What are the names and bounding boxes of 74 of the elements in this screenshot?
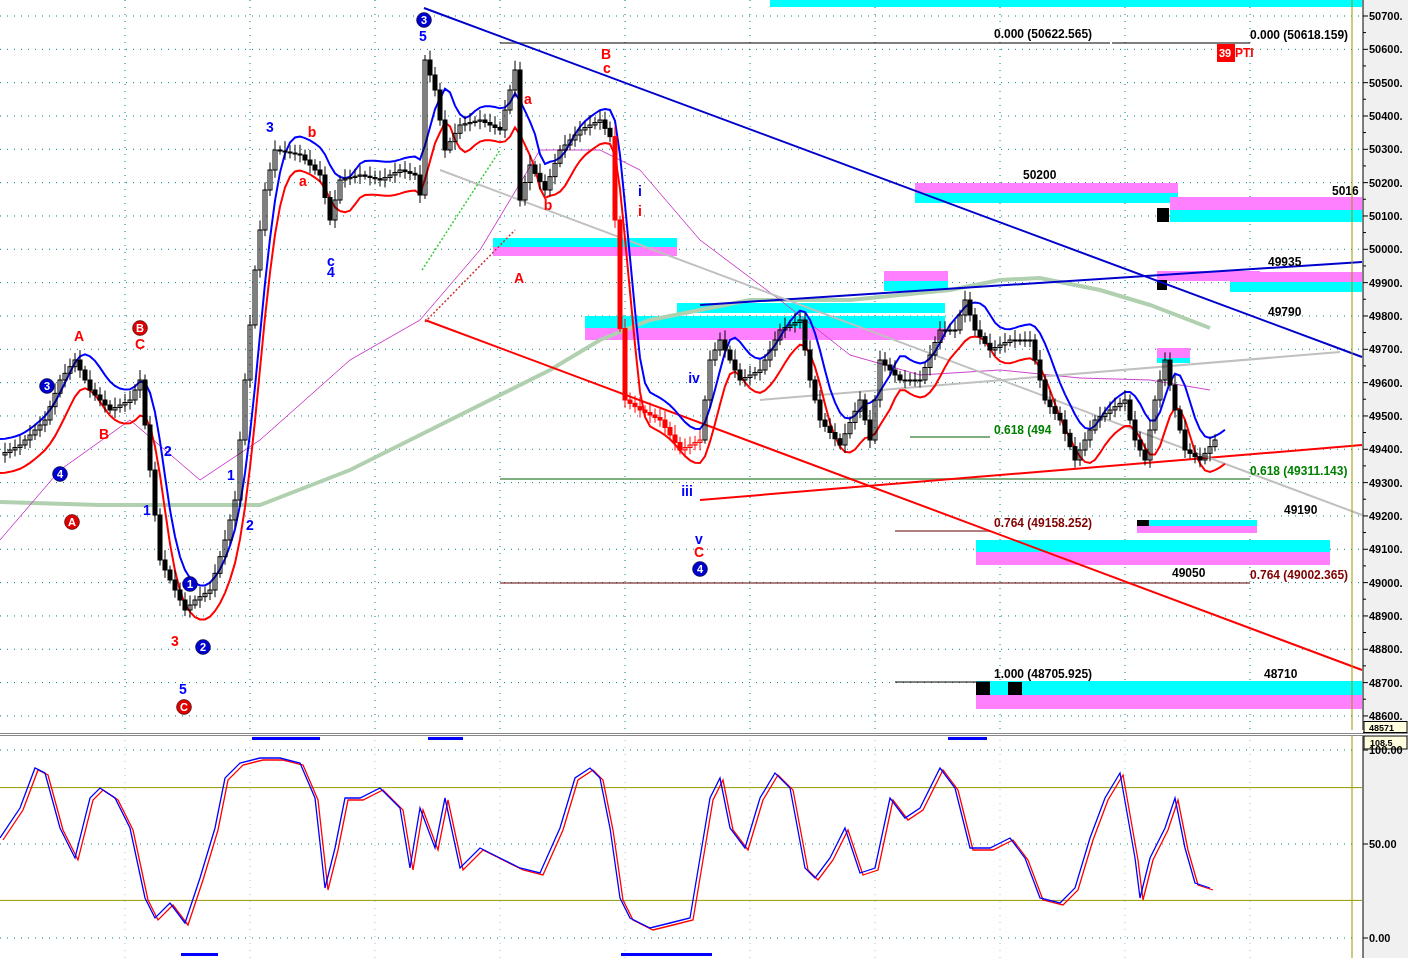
wave-label: i [638,183,642,199]
fibonacci-label: 1.000 (48705.925) [994,667,1093,681]
wave-label: c [327,253,335,269]
level-label: 49935 [1268,255,1302,269]
wave-label: 3 [420,14,428,26]
price-axis-label: 48600. [1369,709,1403,722]
price-axis-label: 49700. [1369,343,1403,356]
price-axis-label: 50700. [1369,10,1403,22]
wave-label: A [513,270,525,286]
level-label: 49050 [1172,566,1206,580]
wave-label: B [98,426,110,442]
price-axis-label: 49100. [1369,543,1403,556]
price-axis-label: 49200. [1369,509,1403,522]
price-axis-label: 49800. [1369,309,1403,322]
wave-label: 5 [419,28,427,44]
price-axis-label: 50100. [1369,210,1403,222]
level-label: 49190 [1284,503,1318,517]
price-axis-label: 50400. [1369,110,1403,122]
wave-label: 5 [179,681,187,697]
price-axis-label: 48900. [1369,609,1403,622]
wave-label: B [600,46,612,62]
price-axis-label: 49900. [1369,276,1403,289]
wave-label: 3 [43,380,51,392]
level-label: 50200 [1023,168,1057,182]
wave-label: a [524,91,532,107]
price-axis-label: 50600. [1369,43,1403,56]
price-axis-label: 48800. [1369,643,1403,656]
fibonacci-label: 0.618 (494 [994,423,1052,437]
price-axis-label: 49500. [1369,409,1403,422]
price-axis-label: 50300. [1369,143,1403,156]
price-axis-label: 50200. [1369,176,1403,189]
wave-label: a [299,173,307,189]
wave-label: 1 [227,467,235,483]
wave-label: 1 [186,578,194,590]
wave-label: C [693,544,705,560]
last-price-label: 48571 [1369,723,1395,733]
fibonacci-label: 0.000 (50622.565) [994,27,1093,41]
wave-label: c [603,60,611,76]
fibonacci-label: 0.000 (50618.159) [1250,28,1349,42]
oscillator-axis-label: 50.00 [1369,838,1397,850]
wave-label: 2 [246,517,254,533]
wave-label: A [73,328,85,344]
wave-label: iv [688,370,700,386]
fibonacci-label: 0.764 (49158.252) [994,516,1093,530]
badge-label: PTI [1235,46,1254,60]
wave-label: b [543,197,553,213]
wave-label: iii [681,483,693,499]
level-label: 5016 [1332,184,1359,198]
price-axis-label: 49600. [1369,376,1403,389]
wave-label: 4 [56,468,64,480]
fibonacci-label: 0.618 (49311.143) [1250,464,1348,478]
wave-label: C [180,701,188,713]
badge-number: 39 [1219,47,1232,59]
price-axis-label: 50500. [1369,76,1403,89]
price-axis-label: 49000. [1369,576,1403,589]
wave-label: B [136,322,144,334]
price-axis-label: 49400. [1369,443,1403,456]
wave-label: b [307,124,317,140]
wave-label: 3 [266,119,274,135]
wave-label: 4 [696,563,704,575]
wave-label: v [695,531,703,547]
level-label: 49790 [1268,305,1302,319]
oscillator-axis-label: 0.00 [1369,932,1391,944]
wave-label: 2 [199,641,207,653]
wave-label: A [68,516,76,528]
wave-label: C [134,336,146,352]
wave-label: 3 [171,633,179,649]
price-axis-label: 49300. [1369,476,1403,489]
price-axis-label: 48700. [1369,676,1403,689]
wave-label: i [638,203,642,219]
wave-label: 1 [143,502,151,518]
fibonacci-label: 0.764 (49002.365) [1250,568,1349,582]
level-label: 48710 [1264,667,1298,681]
price-axis-label: 50000. [1369,243,1403,256]
